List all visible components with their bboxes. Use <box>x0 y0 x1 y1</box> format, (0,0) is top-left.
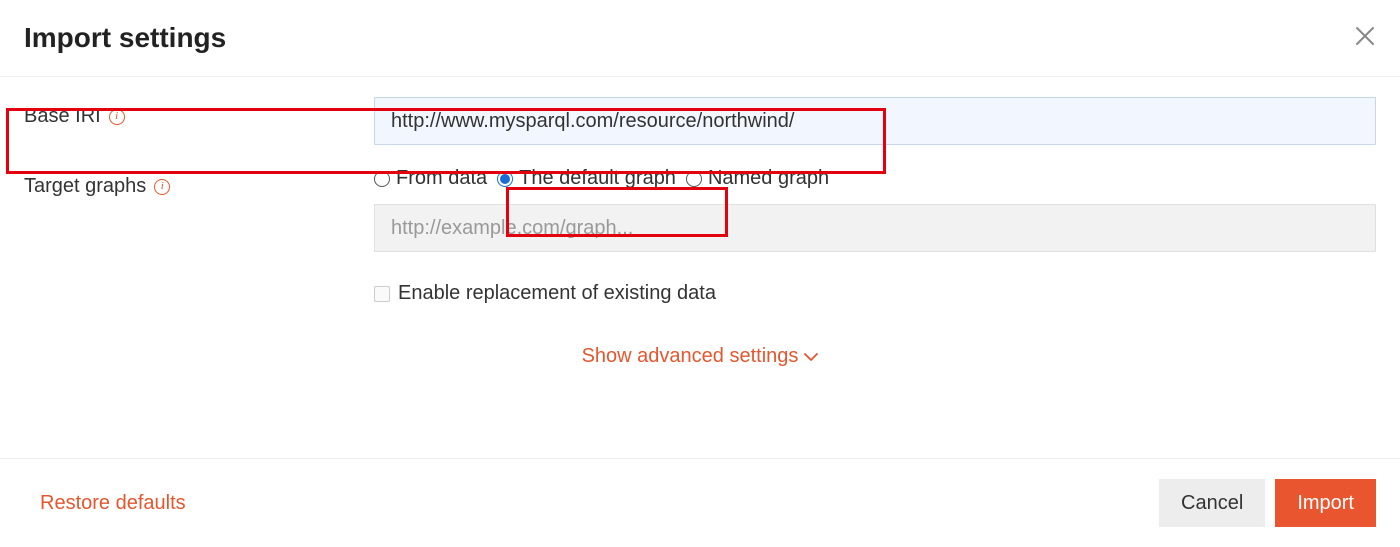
target-graphs-label-col: Target graphs i <box>24 167 374 198</box>
base-iri-row: Base IRI i <box>24 97 1376 145</box>
base-iri-label: Base IRI <box>24 105 101 128</box>
import-settings-modal: Import settings Base IRI i Target graphs… <box>0 0 1400 547</box>
enable-replacement-label: Enable replacement of existing data <box>398 282 716 305</box>
show-advanced-label: Show advanced settings <box>582 345 799 368</box>
enable-replacement-row[interactable]: Enable replacement of existing data <box>374 282 1376 305</box>
radio-default-graph[interactable]: The default graph <box>497 167 676 190</box>
named-graph-input <box>374 204 1376 252</box>
modal-title: Import settings <box>24 22 226 54</box>
modal-header: Import settings <box>0 0 1400 76</box>
base-iri-label-col: Base IRI i <box>24 97 374 128</box>
modal-footer: Restore defaults Cancel Import <box>0 458 1400 547</box>
close-icon[interactable] <box>1354 24 1376 52</box>
radio-icon <box>686 171 702 187</box>
base-iri-field-col <box>374 97 1376 145</box>
info-icon[interactable]: i <box>109 109 125 125</box>
modal-body: Base IRI i Target graphs i From data <box>0 77 1400 398</box>
radio-icon <box>497 171 513 187</box>
target-graphs-label: Target graphs <box>24 175 146 198</box>
show-advanced-row: Show advanced settings <box>24 345 1376 368</box>
base-iri-input[interactable] <box>374 97 1376 145</box>
cancel-button[interactable]: Cancel <box>1159 479 1265 527</box>
target-graphs-field-col: From data The default graph Named graph … <box>374 167 1376 305</box>
radio-named-graph-label: Named graph <box>708 167 829 190</box>
info-icon[interactable]: i <box>154 179 170 195</box>
radio-named-graph[interactable]: Named graph <box>686 167 829 190</box>
restore-defaults-link[interactable]: Restore defaults <box>40 492 186 515</box>
target-graphs-row: Target graphs i From data The default gr… <box>24 167 1376 305</box>
radio-from-data-label: From data <box>396 167 487 190</box>
checkbox-icon <box>374 286 390 302</box>
footer-buttons: Cancel Import <box>1159 479 1376 527</box>
show-advanced-toggle[interactable]: Show advanced settings <box>582 345 819 368</box>
chevron-down-icon <box>804 345 818 368</box>
radio-default-graph-label: The default graph <box>519 167 676 190</box>
import-button[interactable]: Import <box>1275 479 1376 527</box>
radio-from-data[interactable]: From data <box>374 167 487 190</box>
radio-icon <box>374 171 390 187</box>
target-graphs-radios: From data The default graph Named graph <box>374 167 1376 190</box>
